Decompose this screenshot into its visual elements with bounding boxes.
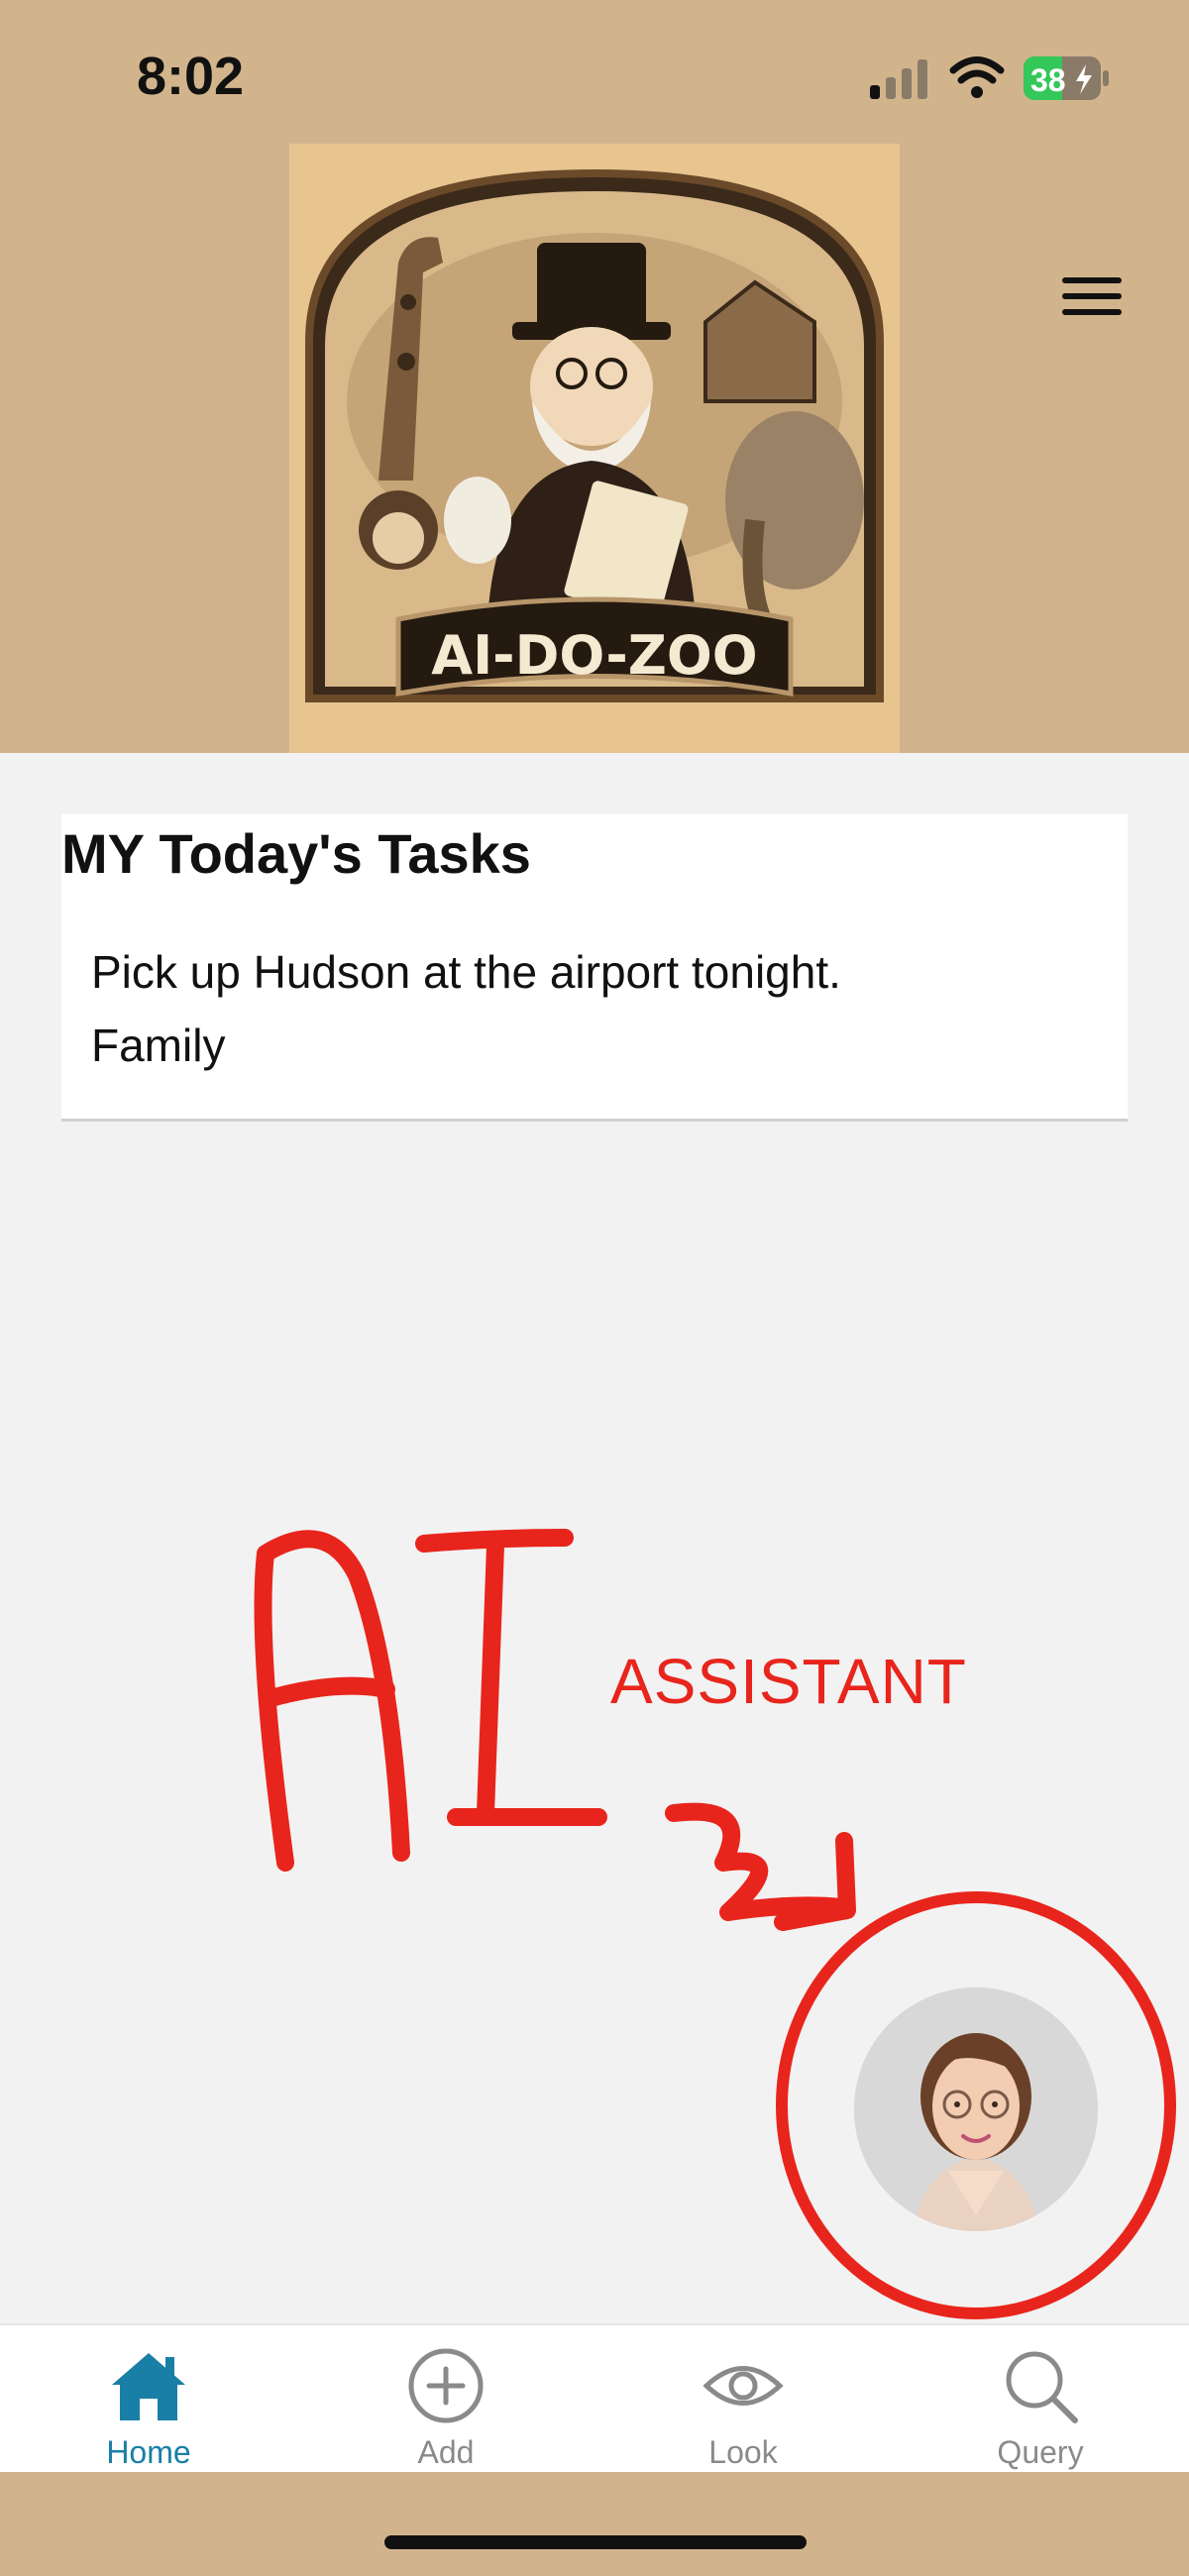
task-text: Pick up Hudson at the airport tonight. — [91, 946, 841, 998]
assistant-label: ASSISTANT — [610, 1646, 967, 1717]
bottom-tab-bar: Home Add Look Query — [0, 2323, 1189, 2472]
battery-level: 38 — [1030, 62, 1066, 98]
tasks-title: MY Today's Tasks — [61, 822, 531, 885]
tab-look-label: Look — [708, 2434, 778, 2470]
task-category: Family — [91, 1020, 226, 1071]
signal-bars-icon — [870, 59, 927, 99]
bottom-safe-area — [0, 2472, 1189, 2576]
logo-text: AI-DO-ZOO — [431, 624, 757, 687]
wifi-icon — [949, 56, 1005, 98]
home-icon — [112, 2353, 185, 2420]
tab-home[interactable]: Home — [0, 2325, 297, 2472]
eye-icon — [703, 2366, 784, 2406]
home-indicator[interactable] — [384, 2535, 807, 2549]
tab-home-label: Home — [106, 2434, 191, 2470]
header: 8:02 38 AI-DO-ZOO — [0, 0, 1189, 753]
status-time: 8:02 — [137, 47, 245, 106]
search-icon — [1006, 2351, 1078, 2423]
tab-add[interactable]: Add — [297, 2325, 594, 2472]
ai-assistant-avatar-icon[interactable] — [854, 1987, 1098, 2231]
add-circle-icon — [408, 2348, 484, 2423]
tasks-card: MY Today's Tasks Pick up Hudson at the a… — [61, 814, 1128, 1122]
task-item[interactable]: Pick up Hudson at the airport tonight. F… — [91, 943, 1082, 1074]
battery-charging-icon: 38 — [1023, 54, 1110, 102]
tab-look[interactable]: Look — [594, 2325, 892, 2472]
hamburger-menu-icon[interactable] — [1062, 277, 1122, 325]
status-bar: 8:02 38 — [0, 0, 1189, 144]
tab-query[interactable]: Query — [892, 2325, 1189, 2472]
tab-add-label: Add — [417, 2434, 475, 2470]
app-logo: AI-DO-ZOO — [289, 144, 900, 753]
tab-query-label: Query — [997, 2434, 1084, 2470]
